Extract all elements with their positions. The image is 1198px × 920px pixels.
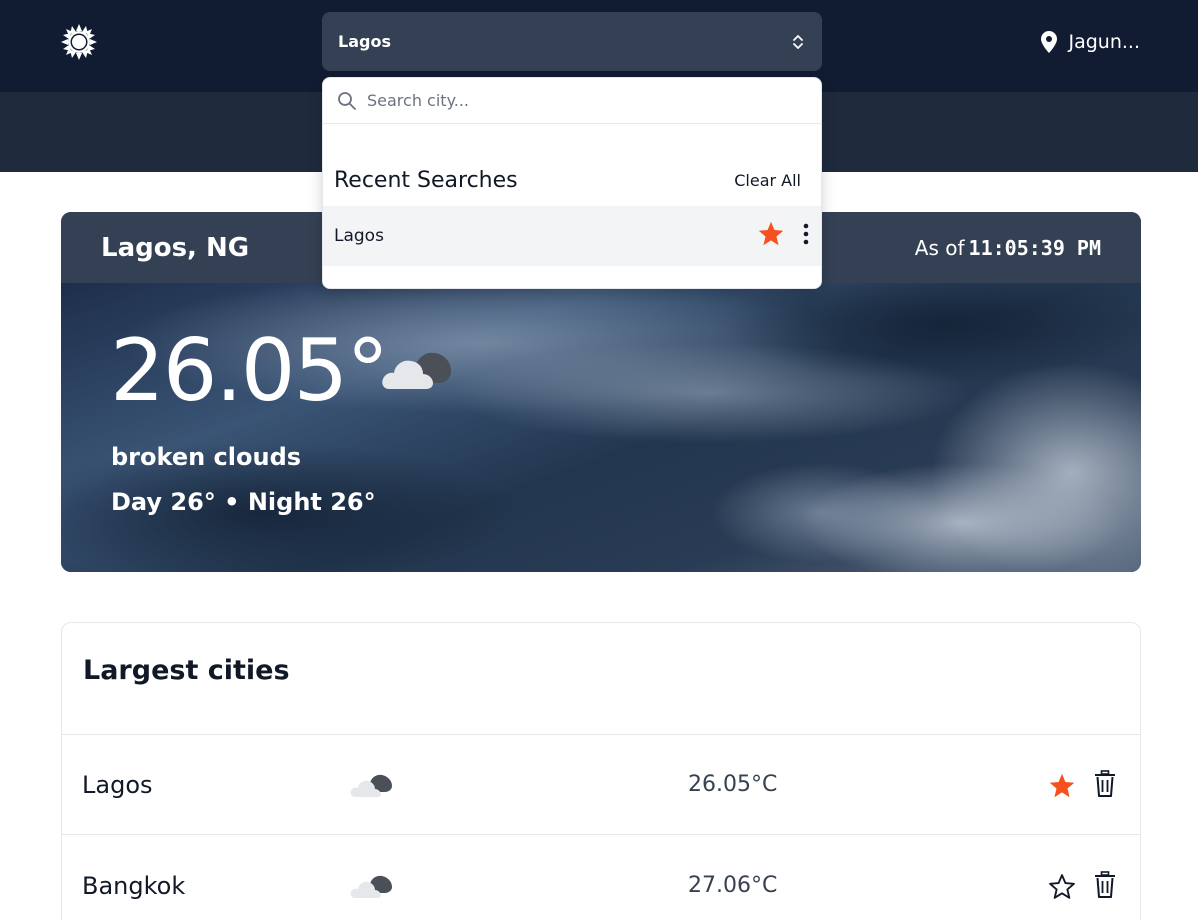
- search-row: [323, 78, 821, 124]
- broken-clouds-icon: [350, 771, 394, 803]
- broken-clouds-icon: [381, 341, 453, 399]
- city-temperature: 26.05°C: [688, 772, 778, 797]
- trash-icon[interactable]: [1094, 770, 1116, 802]
- map-pin-icon: [1041, 31, 1058, 53]
- largest-cities-card: Largest cities Lagos 26.05°C Bangkok 27.…: [61, 622, 1141, 920]
- current-temperature: 26.05°: [110, 321, 389, 421]
- city-name: Lagos: [82, 771, 153, 799]
- location-label: Jagun...: [1068, 31, 1140, 53]
- as-of-time: As of 11:05:39 PM: [914, 235, 1101, 260]
- city-row[interactable]: Bangkok 27.06°C: [62, 836, 1140, 920]
- selected-city-label: Lagos: [338, 32, 391, 51]
- sun-logo-icon[interactable]: [60, 23, 98, 61]
- more-options-icon[interactable]: [803, 223, 809, 249]
- recent-searches-title: Recent Searches: [334, 167, 518, 193]
- current-location-button[interactable]: Jagun...: [1041, 31, 1140, 53]
- sky-background-image: 26.05° broken clouds Day 26° • Night 26°: [61, 283, 1141, 572]
- largest-cities-title: Largest cities: [83, 655, 290, 686]
- recent-search-label: Lagos: [334, 226, 384, 246]
- recent-search-item[interactable]: Lagos: [323, 206, 821, 266]
- weather-description: broken clouds: [111, 443, 302, 471]
- trash-icon[interactable]: [1094, 871, 1116, 903]
- day-night-temperature: Day 26° • Night 26°: [111, 488, 376, 516]
- search-input[interactable]: [367, 91, 787, 110]
- city-row[interactable]: Lagos 26.05°C: [62, 735, 1140, 835]
- clear-all-button[interactable]: Clear All: [734, 171, 801, 190]
- clock-time: 11:05:39 PM: [968, 235, 1101, 260]
- search-icon: [338, 91, 356, 110]
- current-place-label: Lagos, NG: [101, 232, 250, 263]
- city-search-dropdown: Recent Searches Clear All Lagos: [322, 77, 822, 289]
- star-filled-icon[interactable]: [1048, 772, 1076, 804]
- chevron-up-down-icon: [790, 32, 806, 52]
- star-outline-icon[interactable]: [1048, 873, 1076, 905]
- star-filled-icon[interactable]: [757, 220, 785, 252]
- city-select[interactable]: Lagos: [322, 12, 822, 71]
- city-temperature: 27.06°C: [688, 873, 778, 898]
- recent-searches-header: Recent Searches Clear All: [323, 164, 821, 196]
- city-name: Bangkok: [82, 872, 186, 900]
- broken-clouds-icon: [350, 872, 394, 904]
